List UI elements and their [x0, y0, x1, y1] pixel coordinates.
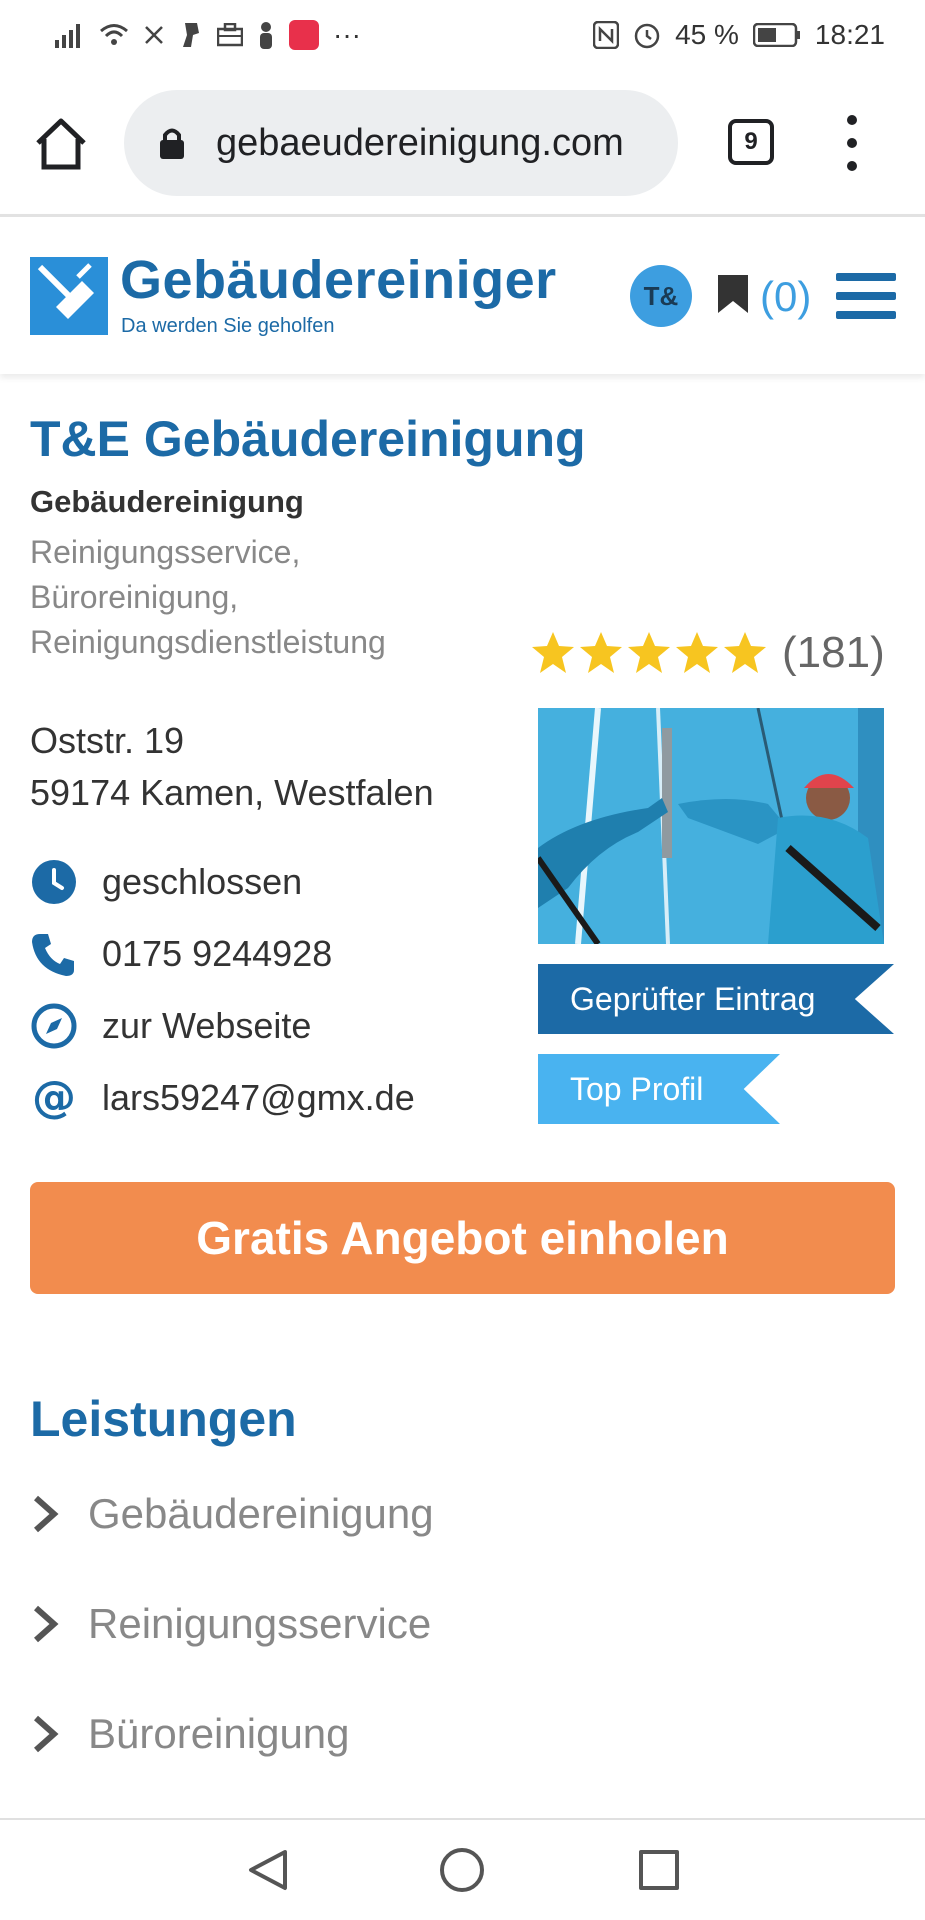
- chevron-right-icon: [30, 1714, 60, 1754]
- figure-icon: [257, 21, 275, 49]
- tab-switcher-button[interactable]: 9: [728, 119, 774, 165]
- logo-tagline: Da werden Sie geholfen: [121, 315, 335, 337]
- avatar-initials: T&: [643, 280, 679, 311]
- huawei-app-icon: [289, 20, 319, 50]
- chevron-right-icon: [30, 1494, 60, 1534]
- services-section-title: Leistungen: [30, 1391, 297, 1447]
- company-photo[interactable]: [538, 708, 884, 944]
- service-item-reinigungsservice[interactable]: Reinigungsservice: [30, 1600, 431, 1648]
- bookmark-icon[interactable]: [716, 273, 750, 315]
- service-item-gebaeudereinigung[interactable]: Gebäudereinigung: [30, 1490, 434, 1538]
- data-sync-icon: [143, 22, 165, 48]
- rating-count[interactable]: (181): [782, 628, 885, 678]
- status-bar: ··· 45 % 18:21: [0, 0, 925, 70]
- browser-toolbar: gebaeudereinigung.com 9: [0, 75, 925, 215]
- compass-icon: [30, 1002, 78, 1050]
- service-item-bueroreinigung[interactable]: Büroreinigung: [30, 1710, 350, 1758]
- service-label[interactable]: Reinigungsservice: [88, 1600, 431, 1648]
- svg-text:@: @: [32, 1074, 76, 1122]
- company-category: Gebäudereinigung: [30, 484, 304, 519]
- email-address[interactable]: lars59247@gmx.de: [102, 1077, 415, 1119]
- clock-time: 18:21: [814, 19, 885, 50]
- url-text[interactable]: gebaeudereinigung.com: [216, 122, 624, 165]
- opening-status: geschlossen: [102, 861, 303, 902]
- request-quote-button[interactable]: Gratis Angebot einholen: [30, 1182, 895, 1294]
- bookmark-count[interactable]: (0): [760, 273, 811, 321]
- hamburger-menu-icon[interactable]: [836, 273, 896, 319]
- url-bar[interactable]: gebaeudereinigung.com: [124, 90, 678, 196]
- services-line: Reinigungsdienstleistung: [30, 624, 386, 660]
- star-icon: [532, 632, 574, 673]
- site-header: Gebäudereiniger Da werden Sie geholfen T…: [0, 214, 925, 374]
- star-icon: [724, 632, 766, 673]
- address-street: Oststr. 19: [30, 720, 185, 761]
- status-left-icons: ···: [55, 19, 361, 51]
- home-icon[interactable]: [30, 113, 92, 175]
- clock-icon: [30, 858, 78, 906]
- signal-icon: [55, 22, 85, 48]
- chevron-right-icon: [30, 1604, 60, 1644]
- alarm-icon: [633, 21, 661, 49]
- more-notifications: ···: [333, 19, 361, 50]
- nfc-icon: [593, 21, 620, 49]
- recent-apps-icon[interactable]: [639, 1850, 679, 1890]
- back-icon[interactable]: [245, 1848, 289, 1892]
- star-icon: [628, 632, 670, 673]
- top-profile-badge: Top Profil: [538, 1054, 780, 1124]
- wifi-icon: [99, 22, 129, 48]
- logo-title[interactable]: Gebäudereiniger: [120, 249, 557, 311]
- phone-number[interactable]: 0175 9244928: [102, 933, 332, 975]
- rating[interactable]: (181): [530, 628, 885, 678]
- at-sign-icon: @: [30, 1074, 78, 1122]
- battery-icon: [752, 23, 801, 47]
- tab-count: 9: [744, 128, 758, 155]
- company-name: T&E Gebäudereinigung: [30, 411, 586, 467]
- opening-hours-row[interactable]: geschlossen: [30, 858, 302, 906]
- squeegee-logo-icon[interactable]: [30, 257, 108, 335]
- home-circle-icon[interactable]: [440, 1848, 484, 1892]
- briefcase-icon: [217, 23, 243, 47]
- phone-row[interactable]: 0175 9244928: [30, 930, 332, 978]
- user-avatar[interactable]: T&: [630, 265, 692, 327]
- battery-percent: 45 %: [675, 19, 739, 50]
- website-row[interactable]: zur Webseite: [30, 1002, 311, 1050]
- service-label[interactable]: Büroreinigung: [88, 1710, 350, 1758]
- lock-icon: [158, 126, 186, 160]
- app-icon: [179, 21, 203, 49]
- phone-icon: [30, 930, 78, 978]
- services-line: Reinigungsservice,: [30, 534, 301, 570]
- company-services: Reinigungsservice, Büroreinigung, Reinig…: [30, 530, 450, 665]
- website-link[interactable]: zur Webseite: [102, 1005, 311, 1047]
- browser-menu-icon[interactable]: [840, 115, 864, 171]
- address-city: 59174 Kamen, Westfalen: [30, 772, 434, 813]
- rating-stars: [530, 630, 770, 676]
- verified-entry-badge: Geprüfter Eintrag: [538, 964, 894, 1034]
- service-label[interactable]: Gebäudereinigung: [88, 1490, 434, 1538]
- star-icon: [580, 632, 622, 673]
- system-nav-bar: [0, 1818, 925, 1920]
- star-icon: [676, 632, 718, 673]
- email-row[interactable]: @ lars59247@gmx.de: [30, 1074, 415, 1122]
- status-right-icons: 45 % 18:21: [593, 19, 885, 51]
- services-line: Büroreinigung,: [30, 579, 239, 615]
